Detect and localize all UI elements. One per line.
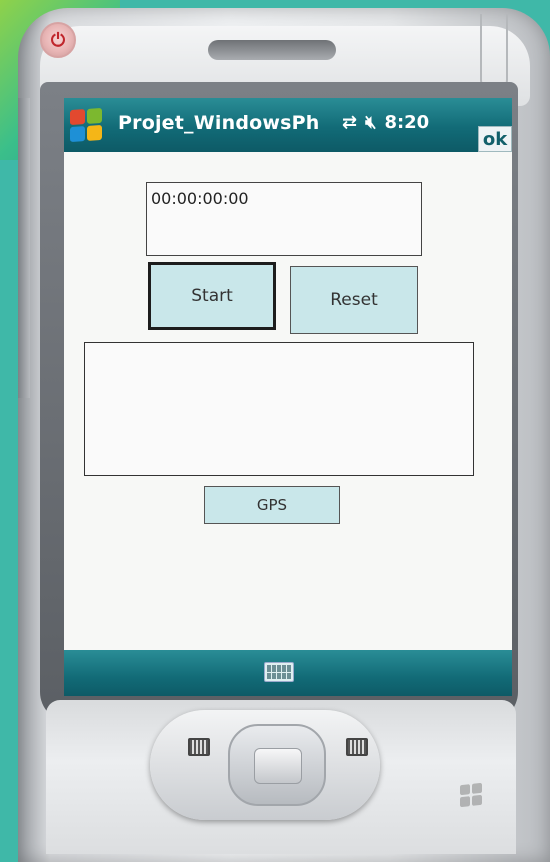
ok-button[interactable]: ok <box>478 126 512 152</box>
start-button[interactable]: Start <box>148 262 276 330</box>
windows-logo-icon <box>460 782 482 808</box>
timer-display[interactable]: 00:00:00:00 <box>146 182 422 256</box>
side-rail <box>18 98 30 398</box>
dpad-center-button[interactable] <box>254 748 302 784</box>
power-icon: ⏻ <box>50 29 66 51</box>
status-icons: ⇄ 🔇︎ 8:20 <box>342 112 429 133</box>
volume-muted-icon[interactable]: 🔇︎ <box>365 112 376 133</box>
windows-start-icon[interactable] <box>70 107 102 143</box>
gps-button[interactable]: GPS <box>204 486 340 524</box>
output-textbox[interactable] <box>84 342 474 476</box>
power-button[interactable]: ⏻ <box>40 22 76 58</box>
right-softkey-icon[interactable] <box>346 738 368 756</box>
connectivity-icon[interactable]: ⇄ <box>342 112 357 133</box>
speaker-grille <box>208 40 336 60</box>
left-softkey-icon[interactable] <box>188 738 210 756</box>
clock-time[interactable]: 8:20 <box>384 112 429 133</box>
app-title: Projet_WindowsPh <box>118 112 320 134</box>
device-screen: Projet_WindowsPh ⇄ 🔇︎ 8:20 ok 00:00:00:0… <box>64 98 512 696</box>
reset-button[interactable]: Reset <box>290 266 418 334</box>
title-bar: Projet_WindowsPh ⇄ 🔇︎ 8:20 ok <box>64 98 512 152</box>
menu-bar <box>64 650 512 696</box>
keyboard-icon[interactable] <box>264 662 294 682</box>
